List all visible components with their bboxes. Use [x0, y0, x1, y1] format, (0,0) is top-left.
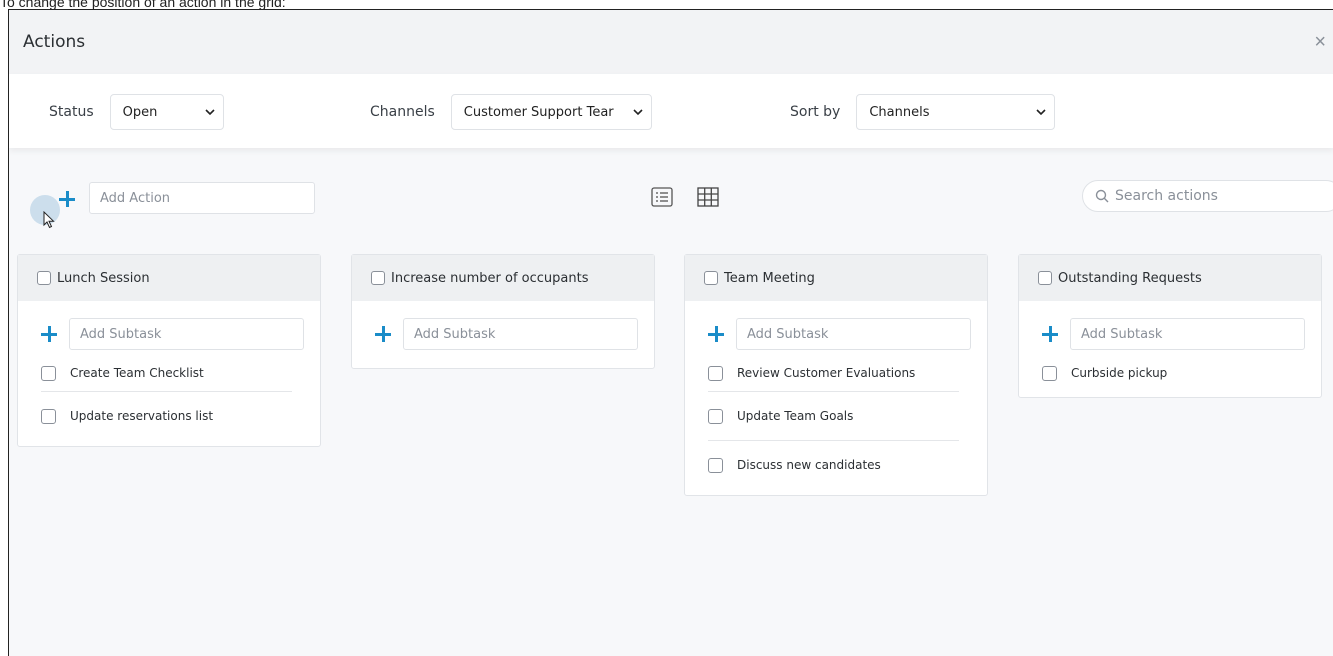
subtask-label: Create Team Checklist [70, 366, 204, 380]
subtask-checkbox[interactable] [1042, 365, 1057, 381]
action-card-header: Lunch Session [18, 255, 320, 301]
subtask-checkbox[interactable] [708, 457, 723, 473]
add-action-input[interactable]: Add Action [89, 182, 315, 214]
channels-select[interactable]: Customer Support Tear [450, 94, 652, 130]
sort-filter: Sort by Channels [790, 94, 1056, 130]
add-subtask-input[interactable]: Add Subtask [69, 318, 304, 350]
channels-filter: Channels Customer Support Tear [370, 94, 652, 130]
action-checkbox[interactable] [371, 271, 385, 285]
add-subtask-input[interactable]: Add Subtask [736, 318, 971, 350]
subtask-item: Discuss new candidates [708, 440, 959, 489]
close-icon[interactable]: × [1314, 32, 1326, 52]
add-subtask-input[interactable]: Add Subtask [403, 318, 638, 350]
chevron-down-icon [205, 108, 215, 115]
action-card-header: Increase number of occupants [352, 255, 654, 301]
action-card[interactable]: Increase number of occupants Add Subtask [351, 254, 655, 369]
plus-icon[interactable] [708, 326, 724, 342]
subtask-label: Curbside pickup [1071, 366, 1168, 380]
search-actions-input[interactable]: Search actions [1082, 180, 1333, 212]
status-label: Status [49, 104, 94, 120]
plus-icon[interactable] [59, 191, 75, 207]
subtask-label: Update Team Goals [737, 409, 854, 423]
action-title: Increase number of occupants [391, 270, 589, 286]
channels-label: Channels [370, 104, 435, 120]
subtask-item: Review Customer Evaluations [708, 355, 959, 391]
action-title: Lunch Session [57, 270, 150, 286]
subtask-label: Review Customer Evaluations [737, 366, 916, 380]
subtask-item: Update reservations list [41, 391, 292, 440]
sort-value: Channels [869, 104, 930, 120]
subtask-label: Update reservations list [70, 409, 214, 423]
action-card-header: Team Meeting [685, 255, 987, 301]
plus-icon[interactable] [1042, 326, 1058, 342]
filter-bar: Status Open Channels Customer Support Te… [9, 74, 1333, 148]
sort-label: Sort by [790, 104, 841, 120]
search-icon [1095, 189, 1109, 203]
action-title: Outstanding Requests [1058, 270, 1202, 286]
channels-value: Customer Support Tear [463, 104, 614, 120]
subtask-checkbox[interactable] [708, 365, 723, 381]
status-filter: Status Open [49, 94, 224, 130]
subtask-list: Review Customer Evaluations Update Team … [708, 355, 971, 495]
subtask-label: Discuss new candidates [737, 458, 881, 472]
actions-modal: Actions × Status Open Channels Customer … [8, 9, 1333, 656]
action-checkbox[interactable] [37, 271, 51, 285]
action-title: Team Meeting [724, 270, 815, 286]
action-card-header: Outstanding Requests [1019, 255, 1321, 301]
action-card[interactable]: Outstanding Requests Add Subtask Curbsid… [1018, 254, 1322, 398]
sort-select[interactable]: Channels [856, 94, 1056, 130]
search-placeholder: Search actions [1115, 188, 1218, 204]
modal-header: Actions × [9, 10, 1333, 74]
add-subtask-input[interactable]: Add Subtask [1070, 318, 1305, 350]
list-view-icon[interactable] [651, 187, 673, 207]
action-card[interactable]: Team Meeting Add Subtask Review Customer… [684, 254, 988, 496]
action-card[interactable]: Lunch Session Add Subtask Create Team Ch… [17, 254, 321, 447]
plus-icon[interactable] [375, 326, 391, 342]
subtask-checkbox[interactable] [41, 408, 56, 424]
plus-icon[interactable] [41, 326, 57, 342]
modal-title: Actions [23, 32, 86, 52]
subtask-list: Curbside pickup [1042, 355, 1305, 397]
subtask-checkbox[interactable] [708, 408, 723, 424]
cursor-icon [43, 211, 55, 229]
subtask-item: Update Team Goals [708, 391, 959, 440]
actions-board: Add Action Search actions Lunch Session [9, 148, 1333, 656]
grid-view-icon[interactable] [697, 187, 719, 207]
status-select[interactable]: Open [109, 94, 224, 130]
chevron-down-icon [1036, 108, 1046, 115]
subtask-checkbox[interactable] [41, 365, 56, 381]
action-checkbox[interactable] [704, 271, 718, 285]
action-checkbox[interactable] [1038, 271, 1052, 285]
chevron-down-icon [633, 108, 643, 115]
subtask-item: Create Team Checklist [41, 355, 292, 391]
subtask-list: Create Team Checklist Update reservation… [41, 355, 304, 446]
status-value: Open [122, 104, 158, 120]
subtask-item: Curbside pickup [1042, 355, 1293, 391]
